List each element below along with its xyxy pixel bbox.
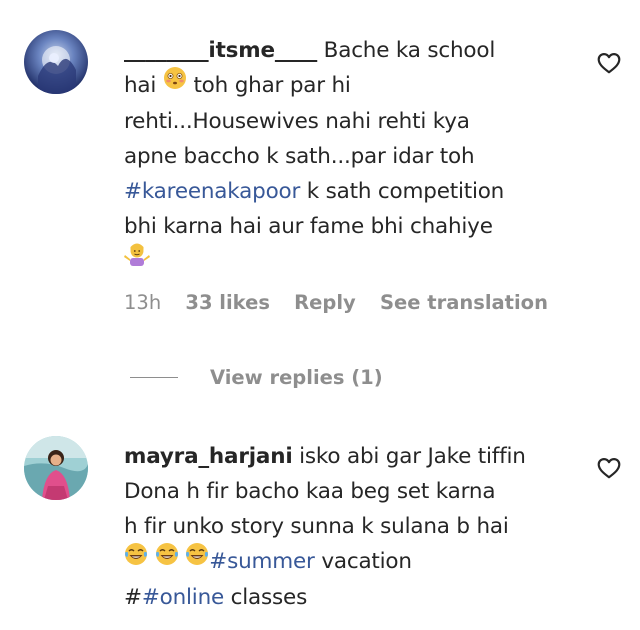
heart-outline-icon[interactable] (596, 50, 622, 76)
comment-text-line: Bache ka school (317, 38, 496, 63)
comment-text: ________itsme____ Bache ka school hai to… (124, 33, 584, 281)
comment-text-line: # (124, 584, 142, 610)
comment-text-line: h fir unko story sunna k sulana b hai (124, 514, 509, 539)
username[interactable]: mayra_harjani (124, 444, 293, 469)
tears-of-joy-emoji (155, 542, 179, 577)
username[interactable]: ________itsme____ (124, 38, 317, 63)
hashtag-link[interactable]: #summer (209, 549, 315, 574)
comment-meta: 13h 33 likes Reply See translation (124, 291, 566, 314)
person-shrugging-emoji (124, 241, 150, 278)
comment-text-line: k sath competition (300, 178, 505, 204)
comment-text-line: rehti...Housewives nahi rehti kya (124, 108, 470, 134)
divider (130, 376, 178, 378)
comment-text-line: classes (224, 584, 308, 610)
avatar-image (24, 436, 88, 500)
comment-timestamp[interactable]: 13h (124, 291, 161, 314)
comment-text-line: toh ghar par hi (186, 73, 351, 98)
comment-text-line: Dona h fir bacho kaa beg set karna (124, 479, 496, 504)
tears-of-joy-emoji (124, 542, 148, 577)
avatar[interactable] (24, 436, 88, 500)
comment-text: mayra_harjani isko abi gar Jake tiffin D… (124, 439, 584, 615)
flushed-face-emoji (163, 66, 187, 101)
view-replies-label: View replies (1) (210, 365, 383, 389)
reply-button[interactable]: Reply (294, 291, 356, 314)
comment-text-line: apne baccho k sath...par idar toh (124, 143, 475, 169)
comment-text-line: bhi karna hai aur fame bhi chahiye (124, 213, 493, 239)
view-replies-button[interactable]: View replies (1) (130, 362, 383, 392)
comment-text-line: hai (124, 73, 163, 98)
heart-outline-icon[interactable] (596, 455, 622, 481)
hashtag-link[interactable]: #kareenakapoor (124, 179, 300, 204)
tears-of-joy-emoji (185, 542, 209, 577)
hashtag-link[interactable]: #online (142, 585, 224, 610)
likes-count[interactable]: 33 likes (185, 291, 270, 314)
avatar-image (24, 30, 88, 94)
comment-text-line: isko abi gar Jake tiffin (292, 444, 526, 469)
avatar[interactable] (24, 30, 88, 94)
see-translation-button[interactable]: See translation (380, 291, 548, 314)
comment-text-line: vacation (314, 549, 412, 574)
